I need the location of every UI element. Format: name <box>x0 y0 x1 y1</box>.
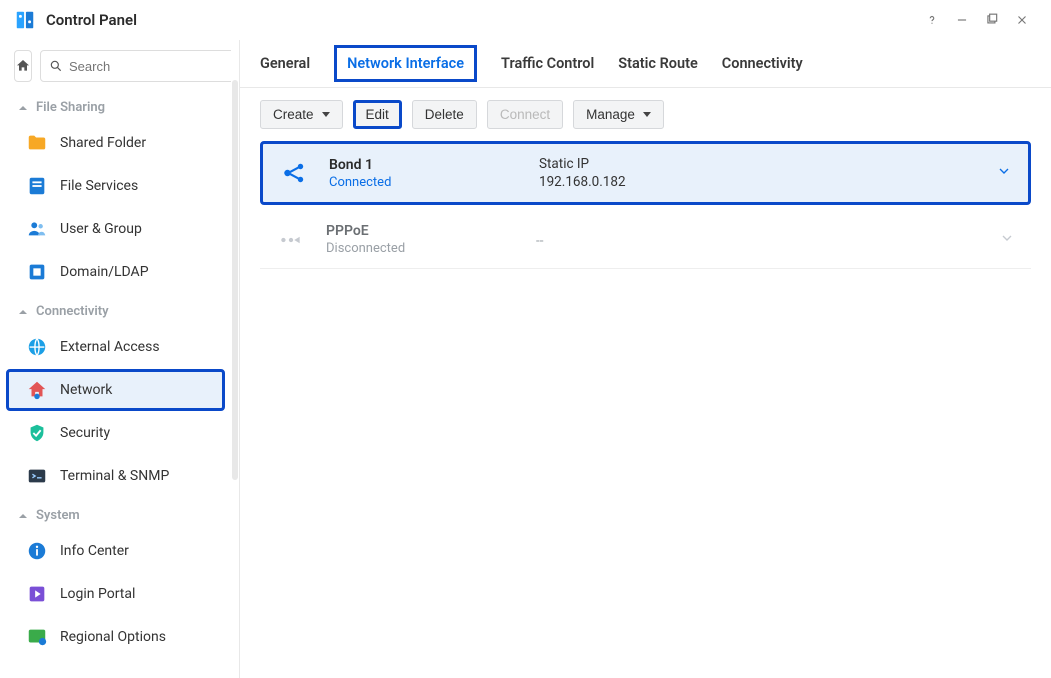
sidebar-item-regional-options[interactable]: Regional Options <box>6 616 225 658</box>
tab-connectivity[interactable]: Connectivity <box>722 43 803 84</box>
section-label: System <box>36 508 80 523</box>
search-input[interactable] <box>40 50 231 82</box>
sidebar-item-file-services[interactable]: File Services <box>6 165 225 207</box>
interface-type: Static IP <box>539 156 996 172</box>
external-access-icon <box>26 336 48 358</box>
manage-button[interactable]: Manage <box>573 100 664 129</box>
sidebar-item-terminal-snmp[interactable]: Terminal & SNMP <box>6 455 225 497</box>
section-label: File Sharing <box>36 100 105 115</box>
tabs: General Network Interface Traffic Contro… <box>240 40 1051 88</box>
sidebar-item-label: Shared Folder <box>60 135 146 151</box>
interface-name: PPPoE <box>326 223 536 239</box>
terminal-icon <box>26 465 48 487</box>
section-connectivity[interactable]: Connectivity <box>0 294 231 325</box>
sidebar-item-external-access[interactable]: External Access <box>6 326 225 368</box>
interface-item-bond1[interactable]: Bond 1 Connected Static IP 192.168.0.182 <box>260 141 1031 205</box>
sidebar-item-user-group[interactable]: User & Group <box>6 208 225 250</box>
section-file-sharing[interactable]: File Sharing <box>0 90 231 121</box>
create-button[interactable]: Create <box>260 100 343 129</box>
section-system[interactable]: System <box>0 498 231 529</box>
sidebar-item-network[interactable]: Network <box>6 369 225 411</box>
tab-traffic-control[interactable]: Traffic Control <box>501 43 594 84</box>
tab-general[interactable]: General <box>260 43 310 84</box>
chevron-up-icon <box>18 307 28 317</box>
maximize-button[interactable] <box>977 5 1007 35</box>
bond-icon <box>279 158 309 188</box>
edit-button[interactable]: Edit <box>353 100 402 129</box>
search-icon <box>49 59 63 73</box>
control-panel-icon <box>14 9 36 31</box>
file-services-icon <box>26 175 48 197</box>
titlebar: Control Panel <box>0 0 1051 40</box>
help-button[interactable] <box>917 5 947 35</box>
interface-name: Bond 1 <box>329 157 539 173</box>
interface-ip: 192.168.0.182 <box>539 174 996 190</box>
info-icon <box>26 540 48 562</box>
tab-static-route[interactable]: Static Route <box>618 43 698 84</box>
interface-item-pppoe[interactable]: PPPoE Disconnected -- <box>260 211 1031 269</box>
interface-ip: -- <box>536 233 999 249</box>
delete-button[interactable]: Delete <box>412 100 477 129</box>
minimize-button[interactable] <box>947 5 977 35</box>
sidebar-item-label: External Access <box>60 339 160 355</box>
login-portal-icon <box>26 583 48 605</box>
chevron-down-icon[interactable] <box>999 230 1015 250</box>
network-icon <box>26 379 48 401</box>
sidebar: File Sharing Shared Folder File Services… <box>0 40 240 678</box>
sidebar-item-domain-ldap[interactable]: Domain/LDAP <box>6 251 225 293</box>
sidebar-item-label: Login Portal <box>60 586 135 602</box>
shield-icon <box>26 422 48 444</box>
interface-list: Bond 1 Connected Static IP 192.168.0.182 <box>240 141 1051 275</box>
sidebar-item-label: Terminal & SNMP <box>60 468 169 484</box>
toolbar: Create Edit Delete Connect Manage <box>240 88 1051 141</box>
users-icon <box>26 218 48 240</box>
search-field[interactable] <box>69 59 231 74</box>
pppoe-icon <box>276 225 306 255</box>
section-label: Connectivity <box>36 304 109 319</box>
home-button[interactable] <box>14 50 32 82</box>
sidebar-item-label: Info Center <box>60 543 129 559</box>
sidebar-scrollbar[interactable] <box>232 80 238 480</box>
sidebar-item-info-center[interactable]: Info Center <box>6 530 225 572</box>
sidebar-item-label: Regional Options <box>60 629 166 645</box>
sidebar-item-security[interactable]: Security <box>6 412 225 454</box>
interface-status: Disconnected <box>326 241 536 256</box>
domain-icon <box>26 261 48 283</box>
main: General Network Interface Traffic Contro… <box>240 40 1051 678</box>
sidebar-item-label: User & Group <box>60 221 142 237</box>
sidebar-item-label: Network <box>60 382 112 398</box>
sidebar-item-label: File Services <box>60 178 138 194</box>
chevron-down-icon[interactable] <box>996 163 1012 183</box>
tab-network-interface[interactable]: Network Interface <box>334 45 477 82</box>
sidebar-item-label: Domain/LDAP <box>60 264 149 280</box>
close-button[interactable] <box>1007 5 1037 35</box>
body: File Sharing Shared Folder File Services… <box>0 40 1051 678</box>
regional-icon <box>26 626 48 648</box>
chevron-up-icon <box>18 103 28 113</box>
window: Control Panel File S <box>0 0 1051 678</box>
sidebar-item-login-portal[interactable]: Login Portal <box>6 573 225 615</box>
window-title: Control Panel <box>46 11 917 29</box>
chevron-up-icon <box>18 511 28 521</box>
sidebar-item-shared-folder[interactable]: Shared Folder <box>6 122 225 164</box>
sidebar-top-row <box>0 40 231 90</box>
interface-status: Connected <box>329 175 539 190</box>
connect-button: Connect <box>487 100 563 129</box>
folder-icon <box>26 132 48 154</box>
sidebar-item-label: Security <box>60 425 110 441</box>
